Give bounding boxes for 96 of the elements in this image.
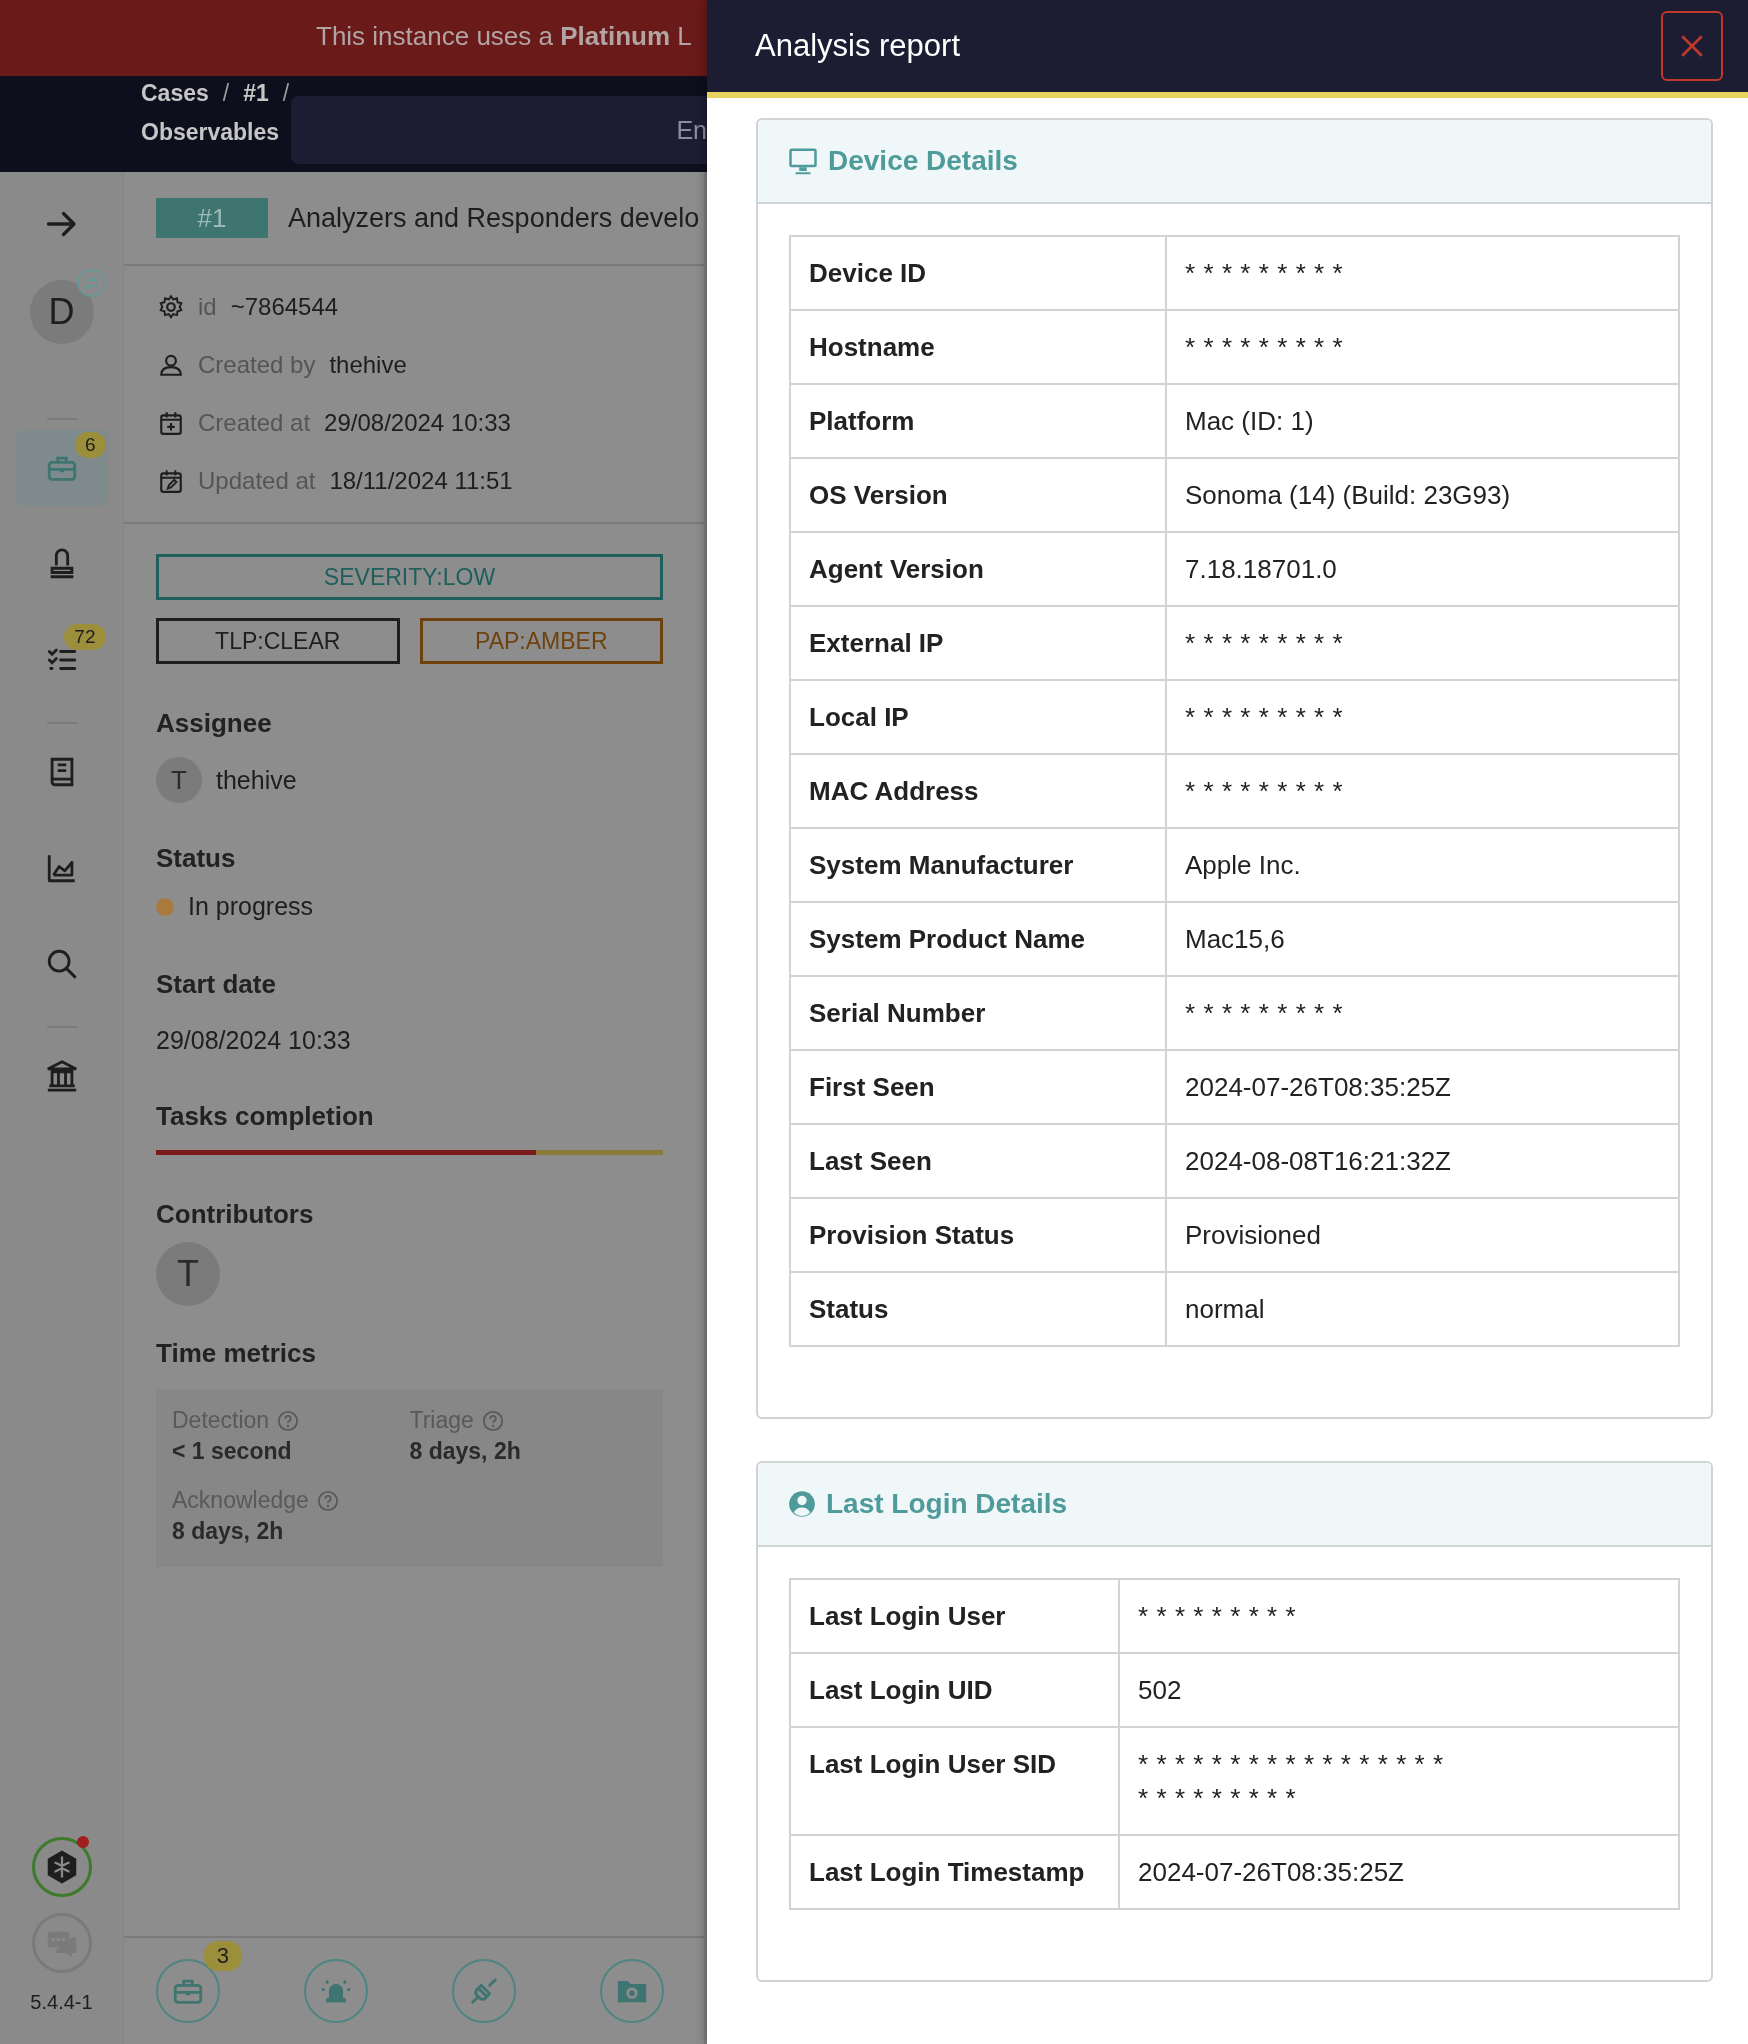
field-label: Last Seen bbox=[790, 1124, 1166, 1198]
search-bar[interactable]: En bbox=[291, 96, 707, 164]
user-circle-icon bbox=[788, 1490, 816, 1518]
count-badge: 6 bbox=[74, 432, 106, 458]
masked-value: ********* bbox=[1166, 606, 1679, 680]
card-title: Last Login Details bbox=[826, 1488, 1068, 1520]
section-heading: Time metrics bbox=[156, 1338, 317, 1369]
sync-icon bbox=[75, 268, 106, 298]
field-label: Last Login User SID bbox=[790, 1727, 1119, 1835]
breadcrumb-separator: / bbox=[222, 79, 230, 108]
breadcrumb-link[interactable]: Observables bbox=[141, 113, 280, 152]
start-date-value: 29/08/2024 10:33 bbox=[156, 1026, 352, 1055]
breadcrumb-link[interactable]: #1 bbox=[243, 76, 269, 113]
section-heading: Status bbox=[156, 843, 237, 874]
case-title: Analyzers and Responders develo bbox=[288, 202, 700, 234]
avatar: T bbox=[156, 1242, 220, 1306]
metric-value: 8 days, 2h bbox=[172, 1518, 285, 1545]
detail-value: 29/08/2024 10:33 bbox=[324, 409, 511, 437]
field-label: OS Version bbox=[790, 458, 1166, 532]
tag: SEVERITY:LOW bbox=[156, 554, 663, 600]
field-label: Local IP bbox=[790, 680, 1166, 754]
field-label: First Seen bbox=[790, 1050, 1166, 1124]
section-heading: Start date bbox=[156, 969, 277, 1000]
detail-value: thehive bbox=[329, 351, 407, 379]
masked-value: ********* bbox=[1166, 310, 1679, 384]
masked-value: ********* bbox=[1166, 754, 1679, 828]
calendar-edit-icon bbox=[158, 468, 184, 494]
section-heading: Tasks completion bbox=[156, 1101, 375, 1132]
field-value: 2024-07-26T08:35:25Z bbox=[1119, 1835, 1679, 1909]
help-icon bbox=[277, 1409, 300, 1432]
masked-value: ********* bbox=[1119, 1579, 1679, 1653]
count-badge: 3 bbox=[203, 1941, 242, 1971]
count-badge: 72 bbox=[64, 624, 106, 650]
sidebar-item[interactable]: 72 bbox=[15, 622, 108, 698]
field-label: Agent Version bbox=[790, 532, 1166, 606]
detail-value: 18/11/2024 11:51 bbox=[329, 467, 513, 495]
gear-icon bbox=[158, 294, 184, 320]
monitor-icon bbox=[788, 146, 818, 176]
field-value: normal bbox=[1166, 1272, 1679, 1346]
metric-value: < 1 second bbox=[172, 1438, 293, 1465]
section-heading: Assignee bbox=[156, 708, 273, 739]
avatar: T bbox=[156, 757, 202, 803]
masked-value: ********* bbox=[1166, 976, 1679, 1050]
close-button[interactable] bbox=[1661, 11, 1723, 81]
card-title: Device Details bbox=[828, 145, 1018, 177]
field-value: 502 bbox=[1119, 1653, 1679, 1727]
assignee-name: thehive bbox=[216, 765, 297, 795]
field-label: System Manufacturer bbox=[790, 828, 1166, 902]
bank-icon bbox=[44, 1059, 79, 1093]
drawer-title: Analysis report bbox=[755, 28, 962, 64]
sidebar-item[interactable]: 6 bbox=[15, 430, 108, 506]
field-value: Mac (ID: 1) bbox=[1166, 384, 1679, 458]
field-label: Provision Status bbox=[790, 1198, 1166, 1272]
field-value: 7.18.18701.0 bbox=[1166, 532, 1679, 606]
status-text: In progress bbox=[188, 892, 314, 921]
masked-value: ********* bbox=[1166, 680, 1679, 754]
field-label: Status bbox=[790, 1272, 1166, 1346]
tag: PAP:AMBER bbox=[419, 618, 663, 664]
field-label: Last Login UID bbox=[790, 1653, 1119, 1727]
calendar-plus-icon bbox=[158, 410, 184, 436]
detail-label: Created at bbox=[198, 409, 311, 437]
case-number-badge: #1 bbox=[156, 198, 268, 238]
breadcrumb-link[interactable]: Cases bbox=[141, 76, 209, 113]
detail-label: Updated at bbox=[198, 467, 316, 495]
help-icon bbox=[316, 1489, 339, 1512]
tag: TLP:CLEAR bbox=[156, 618, 400, 664]
field-value: 2024-08-08T16:21:32Z bbox=[1166, 1124, 1679, 1198]
metric-value: 8 days, 2h bbox=[409, 1438, 522, 1465]
detail-label: Created by bbox=[198, 351, 316, 379]
person-icon bbox=[158, 352, 184, 378]
license-banner-text: This instance uses a Platinum L bbox=[315, 20, 693, 53]
breadcrumb-separator: / bbox=[282, 79, 290, 108]
section-heading: Contributors bbox=[156, 1199, 315, 1230]
assistant-button[interactable] bbox=[31, 1837, 92, 1897]
field-label: Last Login Timestamp bbox=[790, 1835, 1119, 1909]
detail-value: ~7864544 bbox=[230, 293, 339, 321]
field-label: MAC Address bbox=[790, 754, 1166, 828]
user-avatar[interactable]: D bbox=[29, 280, 94, 344]
field-value: 2024-07-26T08:35:25Z bbox=[1166, 1050, 1679, 1124]
help-icon bbox=[481, 1409, 504, 1432]
field-label: Last Login User bbox=[790, 1579, 1119, 1653]
field-value: Mac15,6 bbox=[1166, 902, 1679, 976]
field-label: Platform bbox=[790, 384, 1166, 458]
version-text: 5.4.4-1 bbox=[30, 1991, 93, 2014]
field-label: External IP bbox=[790, 606, 1166, 680]
field-label: Device ID bbox=[790, 236, 1166, 310]
detail-label: id bbox=[198, 293, 217, 321]
field-value: Provisioned bbox=[1166, 1198, 1679, 1272]
field-value: Apple Inc. bbox=[1166, 828, 1679, 902]
field-value: Sonoma (14) (Build: 23G93) bbox=[1166, 458, 1679, 532]
close-icon bbox=[1679, 33, 1705, 59]
field-label: System Product Name bbox=[790, 902, 1166, 976]
field-label: Hostname bbox=[790, 310, 1166, 384]
masked-value: ********* bbox=[1166, 236, 1679, 310]
field-label: Serial Number bbox=[790, 976, 1166, 1050]
masked-value: ***************** ********* bbox=[1119, 1727, 1679, 1835]
